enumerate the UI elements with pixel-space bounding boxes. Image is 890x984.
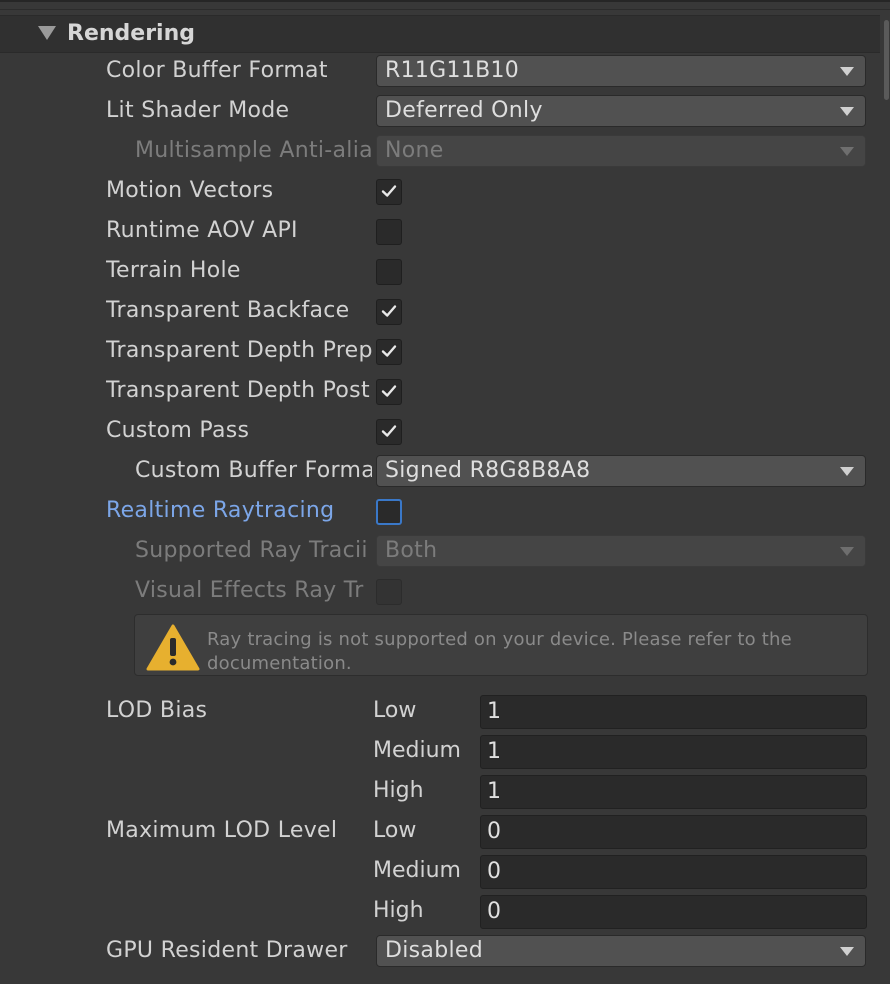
vfx-ray-tracing-checkbox xyxy=(376,579,402,605)
field-label: Supported Ray Tracii xyxy=(135,538,368,563)
divider xyxy=(0,0,890,2)
field-value: 0 xyxy=(487,899,501,924)
transparent-backface-checkbox[interactable] xyxy=(376,299,402,325)
chevron-down-icon xyxy=(840,107,854,116)
warning-text: Ray tracing is not supported on your dev… xyxy=(207,629,792,674)
row-vfx-ray-tracing: Visual Effects Ray Tr xyxy=(0,573,890,609)
checkmark-icon xyxy=(381,425,397,437)
row-runtime-aov-api: Runtime AOV API xyxy=(0,213,890,249)
row-transparent-depth-prepass: Transparent Depth Prep xyxy=(0,333,890,369)
divider xyxy=(0,9,890,10)
inspector-panel: Rendering Color Buffer Format R11G11B10 … xyxy=(0,0,890,984)
custom-buffer-format-dropdown[interactable]: Signed R8G8B8A8 xyxy=(376,455,866,487)
row-terrain-hole: Terrain Hole xyxy=(0,253,890,289)
row-realtime-raytracing: Realtime Raytracing xyxy=(0,493,890,529)
lit-shader-mode-dropdown[interactable]: Deferred Only xyxy=(376,95,866,127)
checkmark-icon xyxy=(381,305,397,317)
field-value: 1 xyxy=(487,739,501,764)
row-transparent-backface: Transparent Backface xyxy=(0,293,890,329)
dropdown-value: Signed R8G8B8A8 xyxy=(385,458,591,483)
field-label: Lit Shader Mode xyxy=(106,98,290,123)
section-title: Rendering xyxy=(67,21,195,46)
field-label: Custom Buffer Forma xyxy=(135,458,372,483)
row-custom-buffer-format: Custom Buffer Forma Signed R8G8B8A8 xyxy=(0,453,890,489)
lod-bias-low-field[interactable]: 1 xyxy=(480,695,867,729)
max-lod-low-field[interactable]: 0 xyxy=(480,815,867,849)
row-transparent-depth-postpass: Transparent Depth Post xyxy=(0,373,890,409)
lod-bias-high-field[interactable]: 1 xyxy=(480,775,867,809)
row-lod-bias-high: High 1 xyxy=(0,773,890,809)
field-value: 1 xyxy=(487,779,501,804)
field-label: Transparent Backface xyxy=(106,298,350,323)
field-label: Custom Pass xyxy=(106,418,250,443)
color-buffer-format-dropdown[interactable]: R11G11B10 xyxy=(376,55,866,87)
row-supported-ray-tracing: Supported Ray Tracii Both xyxy=(0,533,890,569)
field-label: LOD Bias xyxy=(106,698,208,723)
sub-label: High xyxy=(373,898,424,923)
runtime-aov-api-checkbox[interactable] xyxy=(376,219,402,245)
sub-label: High xyxy=(373,778,424,803)
row-max-lod-low: Maximum LOD Level Low 0 xyxy=(0,813,890,849)
row-msaa: Multisample Anti-alia None xyxy=(0,133,890,169)
dropdown-value: Both xyxy=(385,538,438,563)
checkmark-icon xyxy=(381,345,397,357)
row-lod-bias-low: LOD Bias Low 1 xyxy=(0,693,890,729)
row-gpu-resident-drawer: GPU Resident Drawer Disabled xyxy=(0,933,890,969)
field-value: 0 xyxy=(487,819,501,844)
row-max-lod-high: High 0 xyxy=(0,893,890,929)
transparent-depth-postpass-checkbox[interactable] xyxy=(376,379,402,405)
custom-pass-checkbox[interactable] xyxy=(376,419,402,445)
sub-label: Medium xyxy=(373,858,461,883)
field-label: Transparent Depth Prep xyxy=(106,338,372,363)
dropdown-value: None xyxy=(385,138,444,163)
field-label: Transparent Depth Post xyxy=(106,378,370,403)
field-label: Runtime AOV API xyxy=(106,218,298,243)
row-max-lod-medium: Medium 0 xyxy=(0,853,890,889)
foldout-arrow-icon[interactable] xyxy=(38,26,56,40)
chevron-down-icon xyxy=(840,147,854,156)
field-label: Maximum LOD Level xyxy=(106,818,338,843)
dropdown-value: R11G11B10 xyxy=(385,58,520,83)
row-custom-pass: Custom Pass xyxy=(0,413,890,449)
sub-label: Low xyxy=(373,698,417,723)
max-lod-high-field[interactable]: 0 xyxy=(480,895,867,929)
field-label: Terrain Hole xyxy=(106,258,241,283)
chevron-down-icon xyxy=(840,947,854,956)
sub-label: Medium xyxy=(373,738,461,763)
chevron-down-icon xyxy=(840,67,854,76)
field-value: 0 xyxy=(487,859,501,884)
gpu-resident-drawer-dropdown[interactable]: Disabled xyxy=(376,935,866,967)
chevron-down-icon xyxy=(840,467,854,476)
warning-help-box: Ray tracing is not supported on your dev… xyxy=(134,614,868,676)
dropdown-value: Disabled xyxy=(385,938,483,963)
row-motion-vectors: Motion Vectors xyxy=(0,173,890,209)
field-label: Visual Effects Ray Tr xyxy=(135,578,364,603)
terrain-hole-checkbox[interactable] xyxy=(376,259,402,285)
field-label: Motion Vectors xyxy=(106,178,274,203)
field-label: Color Buffer Format xyxy=(106,58,328,83)
checkmark-icon xyxy=(381,385,397,397)
chevron-down-icon xyxy=(840,547,854,556)
field-label: GPU Resident Drawer xyxy=(106,938,348,963)
field-value: 1 xyxy=(487,699,501,724)
transparent-depth-prepass-checkbox[interactable] xyxy=(376,339,402,365)
supported-ray-tracing-dropdown: Both xyxy=(376,535,866,567)
field-label: Realtime Raytracing xyxy=(106,498,335,523)
rendering-foldout-header[interactable]: Rendering xyxy=(0,15,880,53)
warning-icon xyxy=(146,624,200,671)
motion-vectors-checkbox[interactable] xyxy=(376,179,402,205)
dropdown-value: Deferred Only xyxy=(385,98,543,123)
msaa-dropdown: None xyxy=(376,135,866,167)
checkmark-icon xyxy=(381,185,397,197)
lod-bias-medium-field[interactable]: 1 xyxy=(480,735,867,769)
realtime-raytracing-checkbox[interactable] xyxy=(376,499,402,525)
row-color-buffer-format: Color Buffer Format R11G11B10 xyxy=(0,53,890,89)
sub-label: Low xyxy=(373,818,417,843)
max-lod-medium-field[interactable]: 0 xyxy=(480,855,867,889)
row-lod-bias-medium: Medium 1 xyxy=(0,733,890,769)
field-label: Multisample Anti-alia xyxy=(135,138,372,163)
row-lit-shader-mode: Lit Shader Mode Deferred Only xyxy=(0,93,890,129)
